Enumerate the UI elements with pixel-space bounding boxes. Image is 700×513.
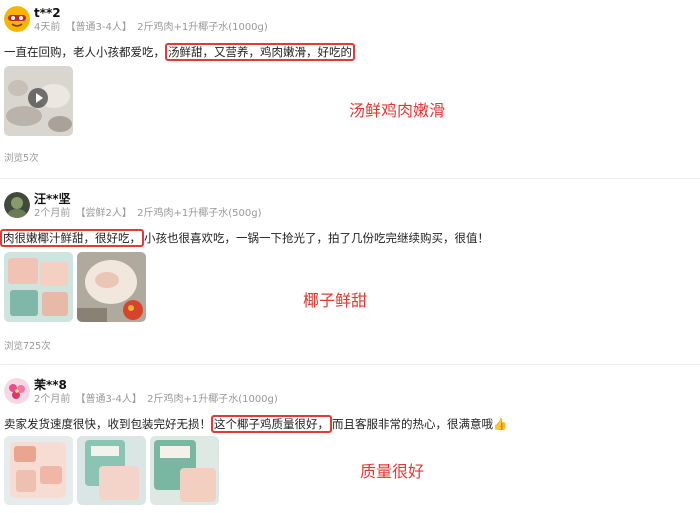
highlighted-phrase: 汤鲜甜，又营养，鸡肉嫩滑，好吃的: [165, 43, 355, 61]
play-icon[interactable]: [28, 88, 48, 108]
highlighted-phrase: 这个椰子鸡质量很好，: [211, 415, 332, 433]
product-spec: 2斤鸡肉+1升椰子水(1000g): [137, 22, 268, 33]
review-card-2: 汪**坚 2个月前 【尝鲜2人】 2斤鸡肉+1升椰子水(500g) 肉很嫩椰汁鲜…: [0, 192, 700, 357]
review-media: [4, 252, 146, 322]
view-count: 浏览5次: [4, 153, 39, 164]
review-text-part: 小孩也很喜欢吃，一锅一下抢光了，拍了几份吃完继续购买，很值！: [144, 231, 489, 245]
view-count: 浏览725次: [4, 341, 51, 352]
review-text-part: 一直在回购，老人小孩都爱吃，: [4, 45, 165, 59]
review-divider: [0, 178, 700, 179]
product-spec: 2斤鸡肉+1升椰子水(500g): [137, 208, 262, 219]
username[interactable]: 茉**8: [34, 378, 67, 392]
review-text: 一直在回购，老人小孩都爱吃， 汤鲜甜，又营养，鸡肉嫩滑，好吃的: [4, 43, 355, 61]
package-tag: 【普通3-4人】: [65, 22, 132, 33]
review-meta: 4天前 【普通3-4人】 2斤鸡肉+1升椰子水(1000g): [34, 21, 270, 35]
username[interactable]: t**2: [34, 6, 61, 20]
highlighted-phrase: 肉很嫩椰汁鲜甜，很好吃，: [0, 229, 144, 247]
review-time: 2个月前: [34, 208, 71, 219]
review-meta: 2个月前 【尝鲜2人】 2斤鸡肉+1升椰子水(500g): [34, 207, 263, 221]
review-divider: [0, 364, 700, 365]
review-card-1: t**2 4天前 【普通3-4人】 2斤鸡肉+1升椰子水(1000g) 一直在回…: [0, 6, 700, 174]
package-tag: 【普通3-4人】: [75, 394, 142, 405]
review-text-part: 卖家发货速度很快，收到包装完好无损！: [4, 417, 211, 431]
review-image[interactable]: [77, 436, 146, 505]
product-spec: 2斤鸡肉+1升椰子水(1000g): [147, 394, 278, 405]
avatar[interactable]: [4, 192, 30, 218]
review-text-part: 而且客服非常的热心，很满意哦: [332, 417, 493, 431]
review-image[interactable]: [4, 436, 73, 505]
review-image[interactable]: [150, 436, 219, 505]
thumbs-up-icon: 👍: [493, 417, 508, 431]
username[interactable]: 汪**坚: [34, 192, 71, 206]
review-image[interactable]: [77, 252, 146, 322]
review-meta: 2个月前 【普通3-4人】 2斤鸡肉+1升椰子水(1000g): [34, 393, 280, 407]
annotation-label: 质量很好: [360, 462, 425, 481]
video-thumbnail[interactable]: [4, 66, 73, 136]
review-card-3: 茉**8 2个月前 【普通3-4人】 2斤鸡肉+1升椰子水(1000g) 卖家发…: [0, 378, 700, 513]
review-text: 肉很嫩椰汁鲜甜，很好吃， 小孩也很喜欢吃，一锅一下抢光了，拍了几份吃完继续购买，很…: [0, 229, 489, 247]
review-text: 卖家发货速度很快，收到包装完好无损！ 这个椰子鸡质量很好， 而且客服非常的热心，很满…: [4, 415, 508, 433]
review-time: 4天前: [34, 22, 61, 33]
avatar[interactable]: [4, 378, 30, 404]
annotation-label: 汤鲜鸡肉嫩滑: [349, 101, 446, 120]
review-media: [4, 436, 219, 505]
annotation-label: 椰子鲜甜: [303, 291, 368, 310]
review-time: 2个月前: [34, 394, 71, 405]
package-tag: 【尝鲜2人】: [75, 208, 132, 219]
review-media: [4, 66, 73, 136]
review-image[interactable]: [4, 252, 73, 322]
avatar[interactable]: [4, 6, 30, 32]
